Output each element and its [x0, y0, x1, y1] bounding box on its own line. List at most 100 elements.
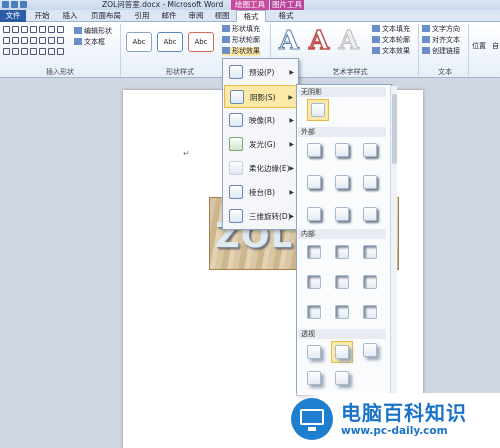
shadow-option-inner[interactable]: [307, 245, 321, 259]
shape-connector-icon[interactable]: [21, 37, 28, 44]
shadow-option-perspective[interactable]: [307, 371, 321, 385]
shadow-option-outer[interactable]: [363, 175, 377, 189]
shape-arrow-icon[interactable]: [39, 26, 46, 33]
quick-access-toolbar[interactable]: [2, 1, 42, 9]
shadow-option-none[interactable]: [307, 99, 329, 121]
textbox-button[interactable]: 文本框: [74, 38, 105, 47]
tab-file[interactable]: 文件: [0, 10, 26, 22]
tab-home[interactable]: 开始: [30, 10, 54, 22]
shape-style-abc-2[interactable]: Abc: [157, 32, 183, 52]
shadow-option-outer[interactable]: [363, 143, 377, 157]
wordart-style-3[interactable]: A: [336, 27, 362, 56]
shape-style-abc-1[interactable]: Abc: [126, 32, 152, 52]
pen-icon: [222, 36, 230, 43]
submenu-arrow-icon: ▶: [289, 141, 294, 148]
tab-references[interactable]: 引用: [130, 10, 154, 22]
shadow-option-outer[interactable]: [307, 143, 321, 157]
reflection-icon: [229, 113, 243, 127]
shape-fill-button[interactable]: 形状填充: [222, 25, 260, 34]
tab-mailings[interactable]: 邮件: [157, 10, 181, 22]
submenu-arrow-icon: ▶: [289, 117, 294, 124]
wordart-style-1[interactable]: A: [276, 27, 302, 56]
shape-brace-icon[interactable]: [21, 48, 28, 55]
shadow-option-outer[interactable]: [335, 207, 349, 221]
save-icon[interactable]: [11, 1, 18, 8]
monitor-logo-icon: [291, 398, 333, 440]
text-effects-button[interactable]: 文本效果: [372, 47, 410, 56]
shadow-option-inner[interactable]: [307, 275, 321, 289]
watermark-banner: 电脑百科知识 www.pc-daily.com: [283, 393, 500, 448]
position-button[interactable]: 位置: [472, 42, 486, 51]
shadow-option-inner[interactable]: [363, 275, 377, 289]
shadow-option-inner[interactable]: [363, 305, 377, 319]
tab-format-drawing[interactable]: 格式: [236, 10, 266, 22]
align-text-button[interactable]: 对齐文本: [422, 36, 460, 45]
edit-shape-button[interactable]: 编辑形状: [74, 27, 112, 36]
shape-triangle-icon[interactable]: [3, 37, 10, 44]
shadow-option-inner[interactable]: [335, 275, 349, 289]
shape-oval-icon[interactable]: [48, 48, 55, 55]
shape-brace-icon[interactable]: [12, 48, 19, 55]
tab-view[interactable]: 视图: [210, 10, 234, 22]
shape-effects-menu: 预设(P) ▶ 阴影(S) ▶ 映像(R) ▶ 发光(G) ▶ 柔化边缘(E) …: [222, 58, 299, 230]
undo-icon[interactable]: [20, 1, 27, 8]
gallery-scrollbar[interactable]: [390, 86, 397, 394]
shape-connector-icon[interactable]: [12, 37, 19, 44]
tab-format-picture[interactable]: 格式: [272, 10, 300, 22]
menu-item-bevel[interactable]: 棱台(B) ▶: [224, 181, 298, 204]
shape-connector-icon[interactable]: [30, 37, 37, 44]
shadow-gallery: 无阴影 外部 内部 透视: [296, 84, 392, 396]
tab-review[interactable]: 审阅: [184, 10, 208, 22]
shadow-option-outer[interactable]: [307, 175, 321, 189]
submenu-arrow-icon: ▶: [288, 94, 293, 101]
tab-page-layout[interactable]: 页面布局: [86, 10, 126, 22]
menu-item-shadow[interactable]: 阴影(S) ▶: [224, 85, 298, 108]
shadow-option-inner[interactable]: [307, 305, 321, 319]
text-direction-button[interactable]: 文字方向: [422, 25, 460, 34]
shape-arrow-icon[interactable]: [48, 37, 55, 44]
shape-style-abc-3[interactable]: Abc: [188, 32, 214, 52]
context-label-picture-tools: 图片工具: [270, 0, 304, 10]
shape-rect-icon[interactable]: [39, 48, 46, 55]
shadow-option-outer[interactable]: [335, 175, 349, 189]
create-link-button[interactable]: 创建链接: [422, 47, 460, 56]
shape-textbox-icon[interactable]: [12, 26, 19, 33]
shadow-option-outer[interactable]: [363, 207, 377, 221]
shape-line-icon[interactable]: [30, 26, 37, 33]
shape-star-icon[interactable]: [57, 37, 64, 44]
shadow-option-perspective[interactable]: [307, 345, 321, 359]
shape-more-icon[interactable]: [57, 48, 64, 55]
shape-arrow-icon[interactable]: [39, 37, 46, 44]
menu-item-glow[interactable]: 发光(G) ▶: [224, 133, 298, 156]
text-fill-button[interactable]: 文本填充: [372, 25, 410, 34]
shape-line-icon[interactable]: [21, 26, 28, 33]
menu-item-preset[interactable]: 预设(P) ▶: [224, 61, 298, 84]
shadow-option-inner[interactable]: [335, 305, 349, 319]
shadow-option-outer[interactable]: [335, 143, 349, 157]
shadow-option-perspective[interactable]: [335, 371, 349, 385]
shapes-gallery[interactable]: [2, 25, 68, 61]
scrollbar-thumb[interactable]: [392, 94, 397, 164]
menu-item-soft-edges[interactable]: 柔化边缘(E) ▶: [224, 157, 298, 180]
shadow-option-inner[interactable]: [363, 245, 377, 259]
shape-rect-icon[interactable]: [30, 48, 37, 55]
shadow-option-outer[interactable]: [307, 207, 321, 221]
context-label-drawing-tools: 绘图工具: [231, 0, 269, 10]
menu-item-reflection[interactable]: 映像(R) ▶: [224, 109, 298, 132]
shadow-option-inner[interactable]: [335, 245, 349, 259]
shadow-option-perspective-hover[interactable]: [331, 341, 353, 363]
text-outline-button[interactable]: 文本轮廓: [372, 36, 410, 45]
shape-outline-button[interactable]: 形状轮廓: [222, 36, 260, 45]
shadow-option-perspective[interactable]: [363, 343, 377, 357]
shape-rect-icon[interactable]: [48, 26, 55, 33]
shape-oval-icon[interactable]: [57, 26, 64, 33]
shape-bracket-icon[interactable]: [3, 48, 10, 55]
paint-bucket-icon: [222, 25, 230, 32]
paragraph-mark: ↵: [183, 149, 190, 158]
wordart-style-2[interactable]: A: [306, 26, 332, 56]
tab-insert[interactable]: 插入: [58, 10, 82, 22]
wrap-text-button[interactable]: 自: [492, 42, 499, 51]
shape-rect-icon[interactable]: [3, 26, 10, 33]
shape-effects-button[interactable]: 形状效果: [222, 47, 260, 56]
menu-item-3d-rotation[interactable]: 三维旋转(D) ▶: [224, 205, 298, 228]
